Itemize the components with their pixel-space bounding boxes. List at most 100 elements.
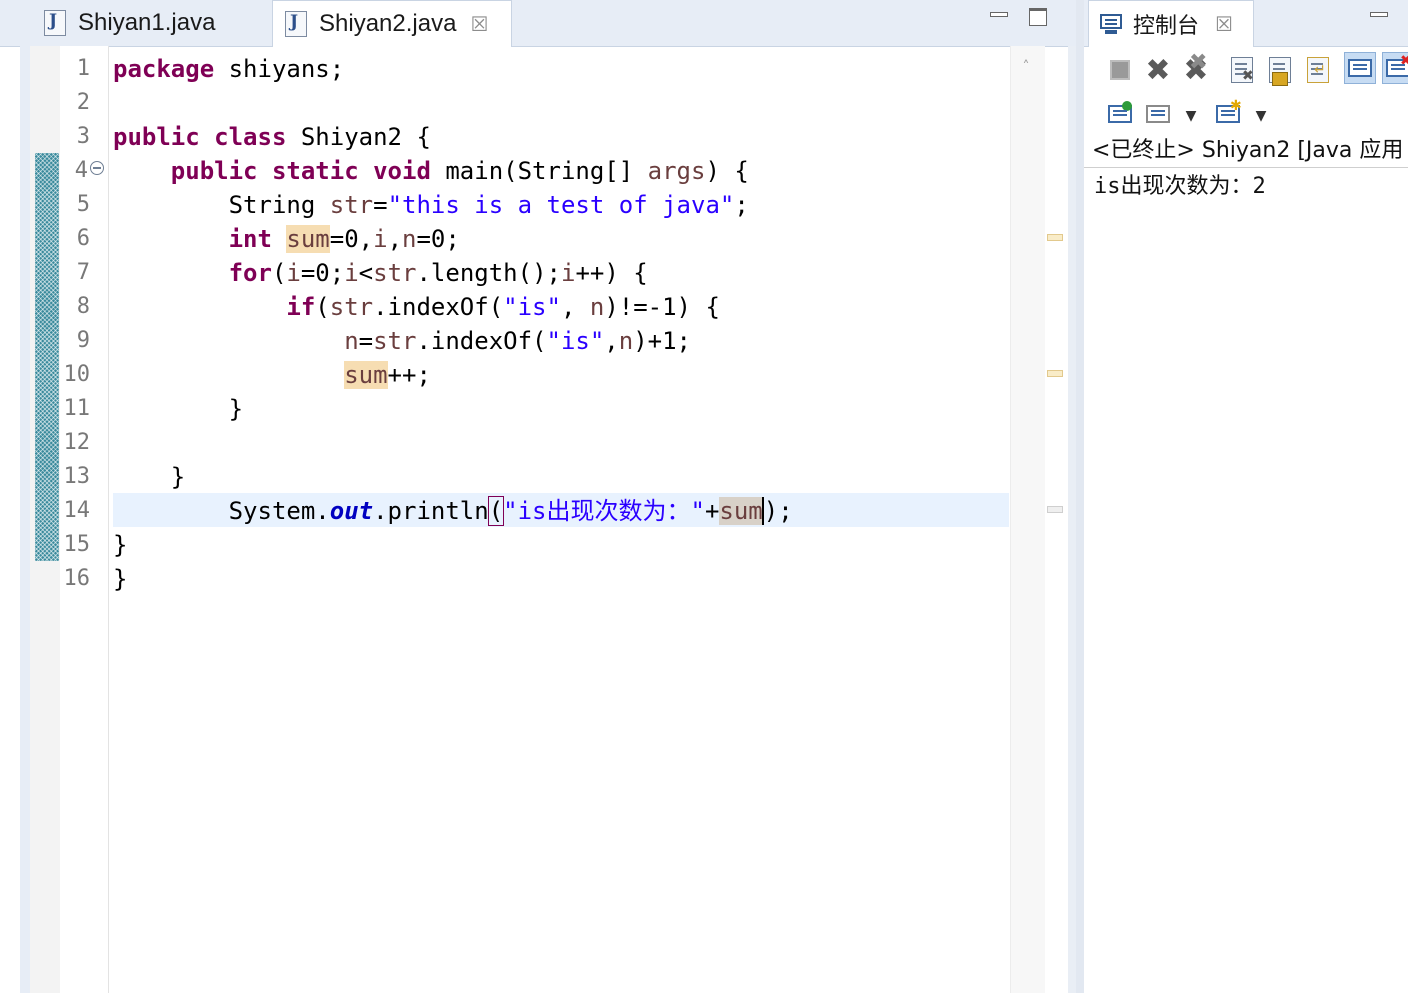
occurrence-highlight: sum (719, 497, 763, 525)
line-number: 8 (76, 294, 90, 319)
local-variable: i (373, 225, 388, 253)
code-text: , (387, 225, 403, 253)
occurrence-highlight: sum (286, 225, 330, 253)
local-variable: str (373, 327, 417, 355)
occurrence-marker[interactable] (1047, 506, 1063, 513)
code-line-9[interactable]: n=str.indexOf("is",n)+1; (113, 324, 691, 358)
line-number: 1 (76, 56, 90, 81)
line-number: 4 (74, 158, 88, 183)
close-tab-icon[interactable]: ☒ (470, 12, 488, 36)
local-variable: n (618, 327, 634, 355)
code-text: } (113, 565, 128, 593)
tab-shiyan2-java[interactable]: Shiyan2.java ☒ (272, 0, 512, 47)
keyword: public (113, 123, 200, 151)
code-text: .indexOf( (373, 293, 504, 321)
code-line-10[interactable]: sum++; (113, 358, 431, 392)
overview-ruler[interactable] (1010, 46, 1045, 993)
console-icon (1099, 13, 1125, 35)
string-literal: "is出现次数为：" (503, 497, 705, 525)
code-text: ++) { (575, 259, 648, 287)
scroll-lock-icon[interactable] (1264, 54, 1296, 86)
chevron-down-icon[interactable]: ▼ (1182, 100, 1200, 132)
code-line-1[interactable]: package shiyans; (113, 52, 344, 86)
tab-shiyan1-java[interactable]: Shiyan1.java (30, 0, 270, 46)
keyword: public (170, 157, 258, 185)
code-text: .length(); (416, 259, 561, 287)
local-variable: str (373, 259, 417, 287)
minimize-console-icon[interactable] (1368, 6, 1390, 28)
java-file-icon (285, 11, 307, 37)
code-text: ) { (705, 157, 749, 185)
quick-diff-change-marker (35, 153, 59, 561)
remove-all-terminated-icon[interactable]: ✖ ✖ (1180, 50, 1212, 88)
close-tab-icon[interactable]: ☒ (1215, 12, 1233, 36)
keyword: for (228, 259, 272, 287)
collapse-fold-icon[interactable] (90, 161, 104, 175)
code-text: } (228, 395, 244, 423)
console-output[interactable]: is出现次数为：2 (1094, 170, 1266, 204)
code-line-4[interactable]: public static void main(String[] args) { (113, 154, 749, 188)
local-variable: i (286, 259, 301, 287)
code-line-11[interactable]: } (113, 392, 243, 426)
line-number: 15 (63, 532, 91, 557)
open-new-console-icon[interactable]: ✱ (1212, 98, 1244, 130)
code-line-5[interactable]: String str="this is a test of java"; (113, 188, 749, 222)
clear-console-icon[interactable]: ✖ (1226, 54, 1258, 86)
code-text: main(String[] (430, 157, 648, 185)
left-border (20, 46, 30, 993)
code-line-16[interactable]: } (113, 562, 127, 596)
keyword: static (271, 157, 359, 185)
code-text: ++; (387, 361, 431, 389)
chevron-down-icon[interactable]: ▼ (1252, 100, 1270, 132)
code-line-7[interactable]: for(i=0;i<str.length();i++) { (113, 256, 648, 290)
local-variable: n (589, 293, 605, 321)
tab-console[interactable]: 控制台 ☒ (1088, 0, 1254, 47)
local-variable: i (560, 259, 576, 287)
scroll-up-icon[interactable]: ˄ (1019, 60, 1033, 74)
word-wrap-icon[interactable]: ↵ (1302, 54, 1334, 86)
code-text: } (170, 463, 186, 491)
parameter: args (647, 157, 706, 185)
console-tab-label: 控制台 (1133, 14, 1200, 39)
code-line-6[interactable]: int sum=0,i,n=0; (113, 222, 460, 256)
new-console-icon[interactable] (1142, 98, 1174, 130)
code-text: )+1; (633, 327, 691, 355)
line-number: 16 (63, 566, 91, 591)
keyword: class (214, 123, 287, 151)
pane-separator[interactable] (1076, 0, 1084, 993)
minimize-editor-icon[interactable] (988, 6, 1010, 28)
code-text: =0; (416, 225, 460, 253)
code-line-14[interactable]: System.out.println("is出现次数为："+sum); (113, 494, 793, 528)
display-selected-console-icon[interactable]: ✖ (1382, 52, 1408, 84)
keyword: if (286, 293, 316, 321)
code-text: .indexOf( (416, 327, 547, 355)
code-text: ; (734, 191, 749, 219)
open-console-icon[interactable] (1104, 98, 1136, 130)
occurrence-marker[interactable] (1047, 370, 1063, 377)
code-line-15[interactable]: } (113, 528, 127, 562)
remove-launch-icon[interactable]: ✖ (1142, 53, 1174, 88)
code-line-3[interactable]: public class Shiyan2 { (113, 120, 431, 154)
code-text: =0; (300, 259, 345, 287)
terminate-icon[interactable] (1104, 54, 1136, 86)
code-text: .println (373, 497, 489, 525)
matching-bracket: ( (487, 496, 505, 526)
line-number: 6 (76, 226, 90, 251)
code-text: < (358, 259, 374, 287)
line-number: 12 (63, 430, 91, 455)
code-line-8[interactable]: if(str.indexOf("is", n)!=-1) { (113, 290, 720, 324)
local-variable: n (402, 225, 417, 253)
string-literal: "this is a test of java" (387, 191, 735, 219)
code-line-13[interactable]: } (113, 460, 185, 494)
maximize-editor-icon[interactable] (1028, 6, 1050, 28)
occurrence-marker[interactable] (1047, 234, 1063, 241)
occurrence-highlight: sum (344, 361, 388, 389)
pin-console-icon[interactable] (1344, 52, 1376, 84)
